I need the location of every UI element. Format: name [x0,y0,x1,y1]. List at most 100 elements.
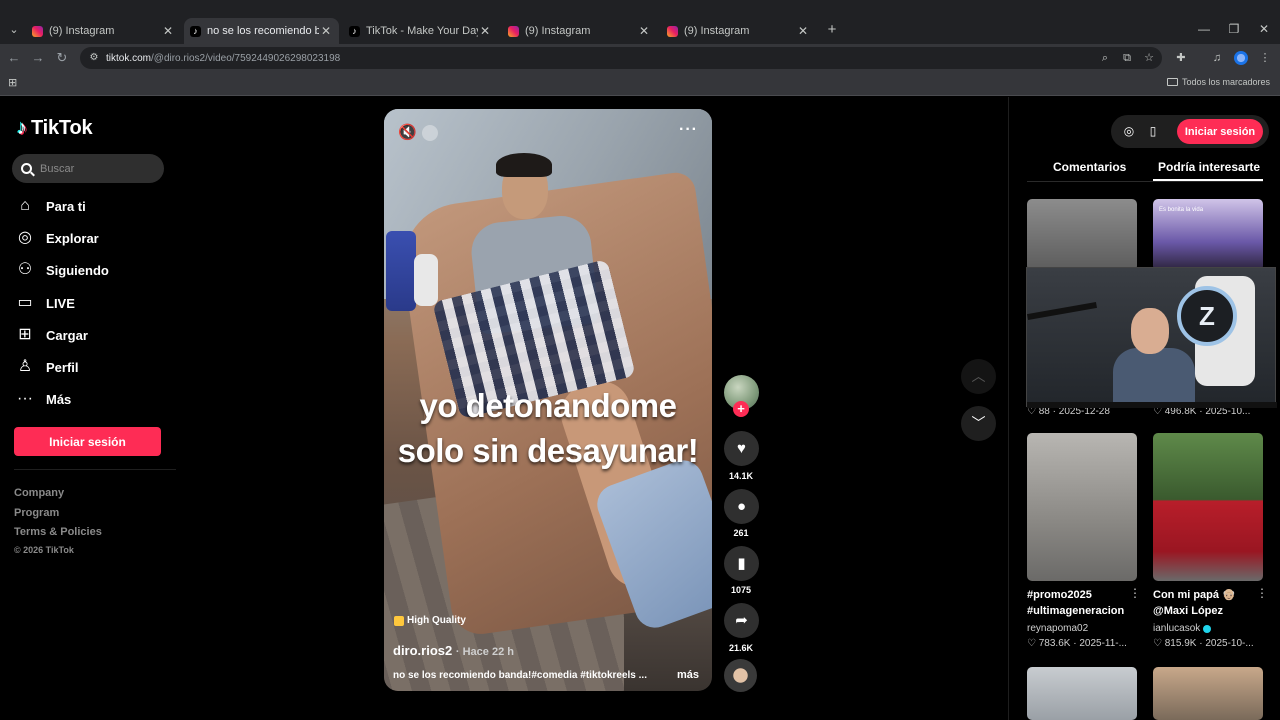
compass-icon: ◎ [18,229,32,246]
install-app-icon[interactable]: ⧉ [1118,49,1136,67]
apps-grid-icon[interactable]: ⊞ [8,76,22,90]
tiktok-icon: ♪ [190,25,201,37]
footer-link-program[interactable]: Program [14,507,59,519]
copyright-text: © 2026 TikTok [14,545,74,555]
right-panel: ◎ ▯ Iniciar sesión Comentarios Podría in… [1008,97,1280,720]
tab-close-icon[interactable]: ✕ [637,24,651,38]
card-author[interactable]: ianlucasok [1153,623,1212,634]
media-controls-icon[interactable]: ♫ [1208,49,1226,67]
next-video-chevron-down-icon[interactable]: ﹀ [961,406,996,441]
streamer-head [1131,308,1169,354]
tab-close-icon[interactable]: ✕ [161,24,175,38]
reload-icon[interactable]: ↻ [52,48,72,68]
footer-link-terms[interactable]: Terms & Policies [14,526,102,538]
tiktok-icon: ♪ [349,25,360,37]
previous-video-chevron-up-icon[interactable]: ︿ [961,359,996,394]
nav-item-live[interactable]: ▭ LIVE [16,292,75,314]
browser-toolbar: ← → ↻ ⚙ tiktok.com/@diro.rios2/video/759… [0,44,1280,72]
login-button[interactable]: Iniciar sesión [14,427,161,456]
tab-close-icon[interactable]: ✕ [478,24,492,38]
login-button-top[interactable]: Iniciar sesión [1177,119,1263,144]
video-overlay-text-line2: solo sin desayunar! [397,432,699,469]
tab-search-chevron-icon[interactable]: ⌄ [4,20,24,40]
card-menu-icon[interactable]: ⋮ [1129,586,1141,600]
card-menu-icon[interactable]: ⋮ [1256,586,1268,600]
url-text: tiktok.com/@diro.rios2/video/75924490262… [106,52,341,64]
nav-label: Siguiendo [46,262,109,278]
minimize-icon[interactable]: — [1190,20,1218,38]
video-thumbnail[interactable] [1027,667,1137,720]
nav-label: Cargar [46,327,88,343]
following-icon: ⚇ [17,261,33,278]
tab-title: (9) Instagram [525,25,591,37]
card-title[interactable]: Con mi papá 👴🏼 @Maxi López [1153,587,1253,619]
video-frame-bottle [386,231,416,311]
tab-close-icon[interactable]: ✕ [796,24,810,38]
footer-link-company[interactable]: Company [14,487,64,499]
follow-plus-icon[interactable]: + [733,401,749,417]
muted-speaker-icon[interactable]: 🔇 [398,123,418,143]
share-arrow-icon[interactable]: ➦ [724,603,759,638]
tiktok-logo[interactable]: ♪ TikTok [17,117,93,140]
video-more-options-icon[interactable]: ··· [679,121,698,139]
volume-knob[interactable] [422,125,438,141]
video-thumbnail[interactable]: Es bonita la vida [1153,199,1263,271]
video-player[interactable]: 🔇 ··· yo detonandome solo sin desayunar!… [384,109,712,691]
nav-item-siguiendo[interactable]: ⚇ Siguiendo [16,259,109,281]
tab-title: (9) Instagram [684,25,750,37]
close-window-icon[interactable]: ✕ [1250,20,1278,38]
tab-comentarios[interactable]: Comentarios [1053,160,1126,174]
search-box[interactable] [12,154,164,183]
browser-tab[interactable]: (9) Instagram ✕ [26,18,181,44]
zoom-icon[interactable]: ⌕ [1096,49,1114,67]
bookmark-icon[interactable]: ▮ [724,546,759,581]
video-thumbnail[interactable] [1153,433,1263,581]
nav-label: LIVE [46,295,75,311]
browser-tab[interactable]: ♪ TikTok - Make Your Day ✕ [343,18,498,44]
card-author[interactable]: reynapoma02 [1027,623,1088,634]
mobile-device-icon[interactable]: ▯ [1145,123,1161,139]
music-disc-icon[interactable] [724,659,757,692]
video-thumbnail[interactable] [1153,667,1263,720]
nav-item-mas[interactable]: ··· Más [16,388,71,410]
browser-tab-active[interactable]: ♪ no se los recomiendo banda!#c ✕ [184,18,339,44]
all-bookmarks-button[interactable]: Todos los marcadores [1166,77,1270,87]
author-username[interactable]: diro.rios2 [393,643,452,658]
compass-icon[interactable]: ◎ [1121,123,1137,139]
like-heart-icon[interactable]: ♥ [724,431,759,466]
nav-item-explorar[interactable]: ◎ Explorar [16,227,99,249]
video-thumbnail[interactable] [1027,199,1137,271]
instagram-icon [508,25,519,37]
browser-menu-icon[interactable]: ⋮ [1256,49,1274,67]
restore-icon[interactable]: ❐ [1220,20,1248,38]
nav-label: Más [46,391,72,407]
nav-label: Perfil [46,359,79,375]
extensions-icon[interactable]: ✚ [1172,49,1190,67]
address-bar[interactable]: ⚙ tiktok.com/@diro.rios2/video/759244902… [80,47,1162,69]
browser-tab[interactable]: (9) Instagram ✕ [502,18,657,44]
nav-item-cargar[interactable]: ⊞ Cargar [16,324,88,346]
tab-close-icon[interactable]: ✕ [319,24,333,38]
profile-avatar-icon[interactable] [1234,51,1248,65]
nav-label: Para ti [46,198,86,214]
post-age: · Hace 22 h [455,646,514,658]
nav-item-para-ti[interactable]: ⌂ Para ti [16,195,86,217]
new-tab-button[interactable]: + [822,21,842,41]
browser-tab[interactable]: (9) Instagram ✕ [661,18,816,44]
video-thumbnail[interactable] [1027,433,1137,581]
card-author-name: reynapoma02 [1027,623,1089,634]
quality-icon [394,615,404,626]
back-icon[interactable]: ← [4,48,24,68]
comment-bubble-icon[interactable]: ● [724,489,759,524]
forward-icon[interactable]: → [28,48,48,68]
tab-podria-interesarte[interactable]: Podría interesarte [1158,160,1260,174]
video-description: no se los recomiendo banda!#comedia #tik… [393,670,647,681]
search-input[interactable] [40,162,150,175]
expand-description-button[interactable]: más [677,669,699,681]
left-sidebar: ♪ TikTok ⌂ Para ti ◎ Explorar ⚇ Siguiend… [0,97,180,720]
streamer-body [1113,348,1195,408]
nav-item-perfil[interactable]: ♙ Perfil [16,356,79,378]
card-title[interactable]: #promo2025 #ultimageneracion [1027,587,1127,619]
site-info-icon[interactable]: ⚙ [86,50,102,66]
bookmark-star-icon[interactable]: ☆ [1140,49,1158,67]
